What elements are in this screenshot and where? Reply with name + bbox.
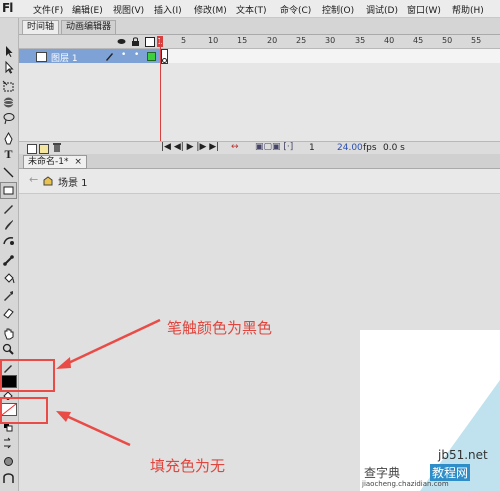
callout-arrows [56,318,161,447]
fill-color-annotation: 填充色为无 [150,457,226,475]
stroke-color-annotation: 笔触颜色为黑色 [167,319,273,337]
